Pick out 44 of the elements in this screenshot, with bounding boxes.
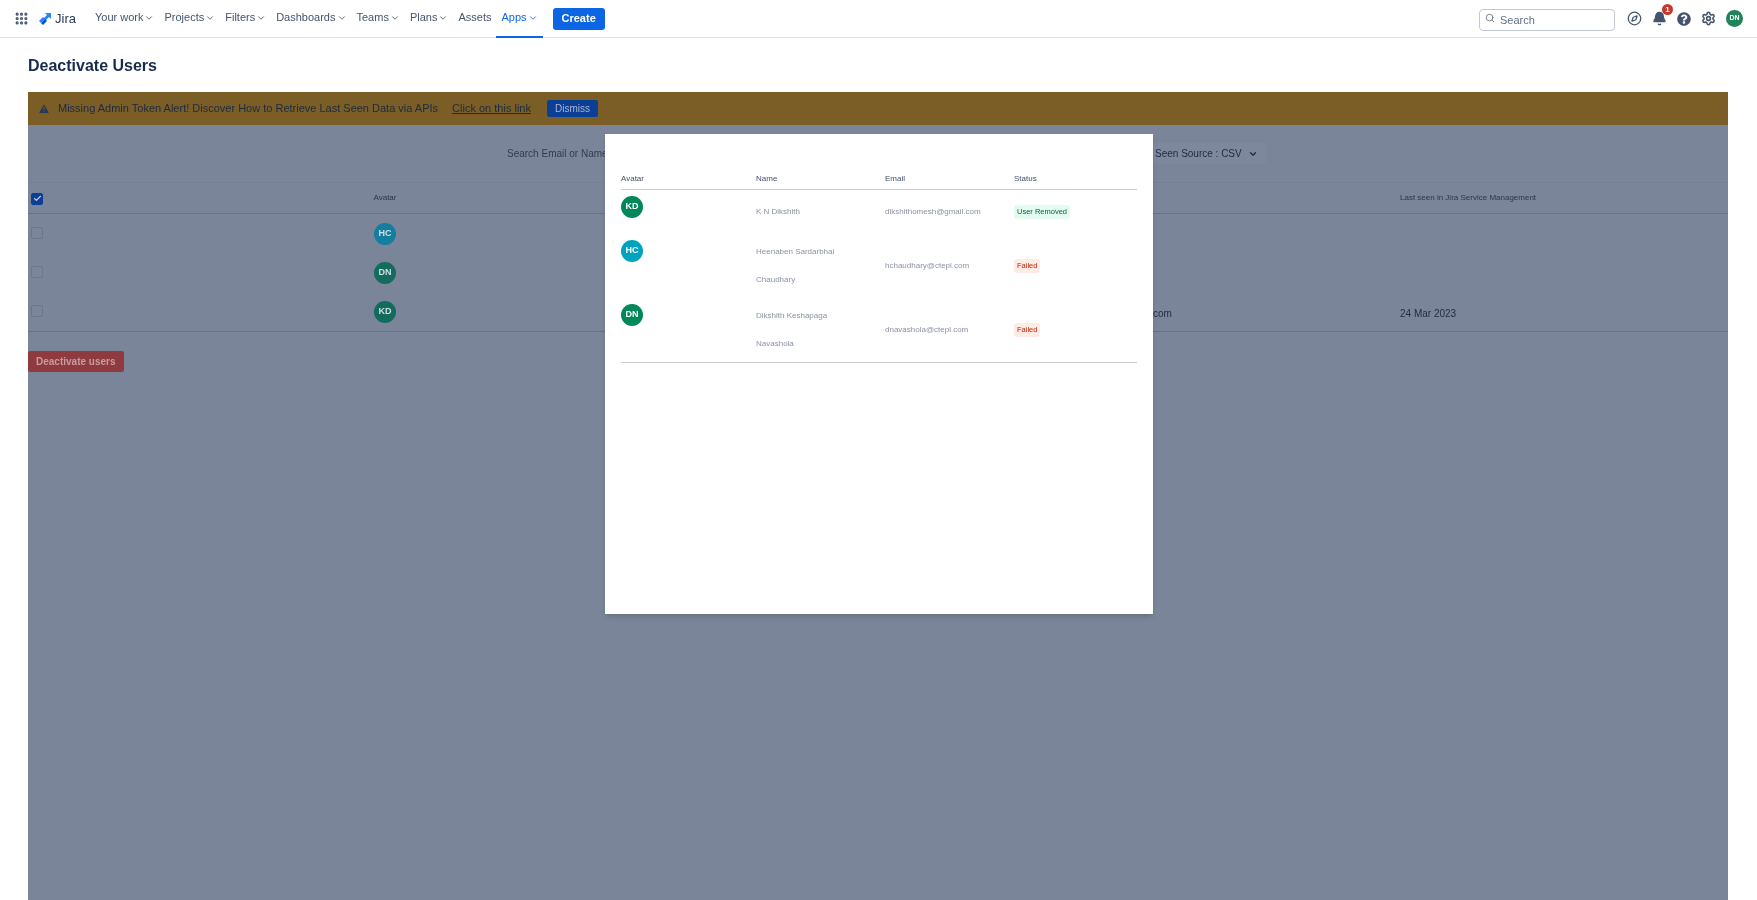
page-title: Deactivate Users <box>27 56 158 76</box>
table-cell: 24 Mar 2023 <box>1400 307 1457 319</box>
nav-menu-item[interactable]: Projects <box>159 0 221 38</box>
user-avatar: HC <box>374 222 396 245</box>
compass-icon[interactable] <box>1627 11 1642 26</box>
user-email: dnavashola@ctepl.com <box>885 324 970 336</box>
user-avatar: DN <box>621 304 643 326</box>
nav-menu-item[interactable]: Apps <box>496 0 543 38</box>
user-avatar: HC <box>621 240 643 262</box>
column-header: Avatar <box>621 172 645 185</box>
column-header: Email <box>885 172 906 185</box>
user-avatar: DN <box>374 261 396 284</box>
settings-icon[interactable] <box>1701 11 1716 26</box>
jira-logo-icon <box>38 11 52 26</box>
search-icon <box>1485 12 1495 23</box>
nav-menu-item[interactable]: Teams <box>351 0 405 38</box>
user-avatar: KD <box>621 196 643 218</box>
user-email: hchaudhary@ctepl.com <box>885 260 971 272</box>
nav-menu-item[interactable]: Filters <box>220 0 272 38</box>
user-name: Dikshith Keshapaga Navashola <box>756 310 829 350</box>
column-header: Avatar <box>373 192 397 204</box>
warning-icon <box>38 102 50 115</box>
create-button[interactable]: Create <box>552 7 605 30</box>
nav-menu-item[interactable]: Your work <box>89 0 160 38</box>
nav-menu-item[interactable]: Plans <box>404 0 454 38</box>
user-name: K N Dikshith <box>756 206 801 218</box>
nav-menu-item[interactable]: Assets <box>453 0 497 38</box>
notification-icon[interactable] <box>1652 11 1667 26</box>
alert-message: Missing Admin Token Alert! Discover How to Retrieve Last Seen Data via APIs <box>58 101 439 117</box>
help-icon[interactable] <box>1677 11 1691 26</box>
column-header: Name <box>756 172 779 185</box>
source-dropdown[interactable]: Seen Source : CSV <box>1153 143 1266 164</box>
table-cell: com <box>1153 307 1172 319</box>
checkbox[interactable] <box>31 192 43 205</box>
column-header: Status <box>1014 172 1038 185</box>
user-email: dikshithomesh@gmail.com <box>885 206 982 218</box>
app-name[interactable]: Jira <box>55 8 76 29</box>
dismiss-button[interactable]: Dismiss <box>546 100 598 117</box>
user-name: Heenaben Sardarbhai Chaudhary <box>756 246 836 286</box>
notification-count: 1 <box>1662 4 1673 15</box>
user-avatar: KD <box>374 300 396 323</box>
search-field[interactable]: Search <box>1479 8 1615 31</box>
nav-menu-item[interactable]: Dashboards <box>271 0 352 38</box>
app-switcher-icon[interactable] <box>14 11 29 26</box>
